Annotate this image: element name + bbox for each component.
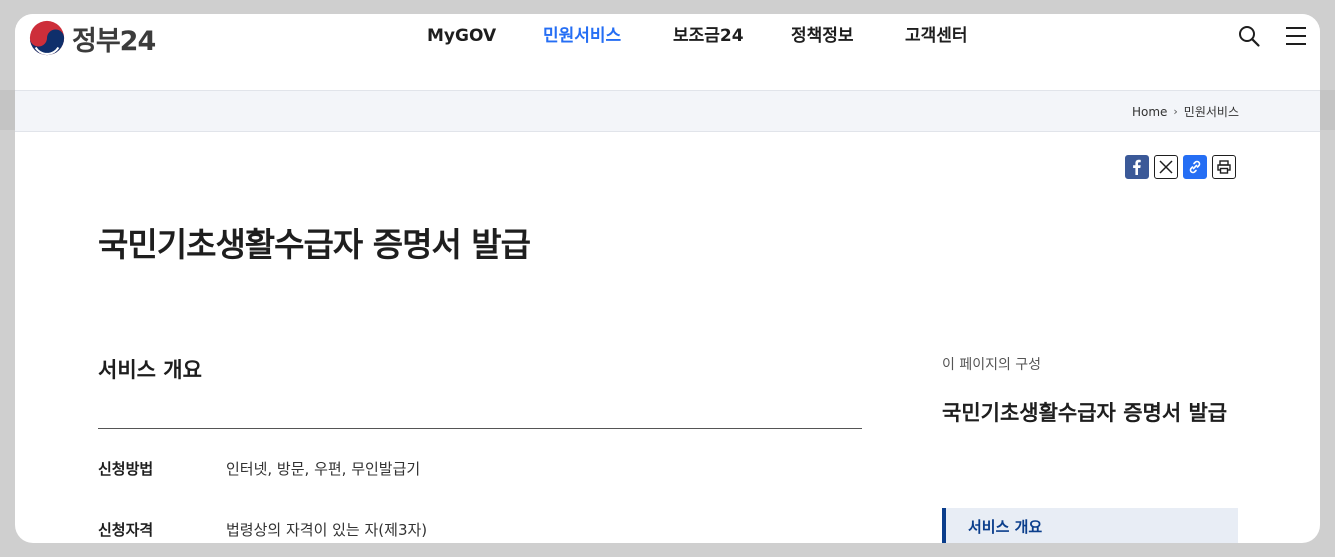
logo-text: 정부24 (72, 25, 156, 57)
breadcrumb-home[interactable]: Home (1132, 105, 1167, 119)
info-value: 법령상의 자격이 있는 자(제3자) (226, 521, 428, 539)
toc-title: 국민기초생활수급자 증명서 발급 (942, 401, 1228, 425)
page-title: 국민기초생활수급자 증명서 발급 (98, 225, 531, 264)
print-button[interactable] (1212, 155, 1236, 179)
copy-link-button[interactable] (1183, 155, 1207, 179)
info-row-eligibility: 신청자격 법령상의 자격이 있는 자(제3자) (98, 519, 427, 540)
x-share-button[interactable] (1154, 155, 1178, 179)
x-logo-icon (1159, 160, 1173, 174)
breadcrumb: Home › 민원서비스 (1132, 103, 1239, 120)
search-icon[interactable] (1237, 24, 1261, 48)
nav-mygov[interactable]: MyGOV (427, 22, 496, 50)
info-label: 신청자격 (98, 521, 154, 539)
taegeuk-logo-icon (29, 20, 65, 56)
toc-label: 이 페이지의 구성 (942, 357, 1042, 373)
breadcrumb-bar: Home › 민원서비스 (15, 90, 1320, 132)
nav-policy-info[interactable]: 정책정보 (791, 22, 855, 50)
section-title-overview: 서비스 개요 (98, 358, 202, 382)
breadcrumb-current[interactable]: 민원서비스 (1184, 103, 1239, 120)
facebook-share-button[interactable] (1125, 155, 1149, 179)
browser-content: 정부24 MyGOV 민원서비스 보조금24 정책정보 고객센터 Home › … (15, 14, 1320, 543)
nav-minwon-service[interactable]: 민원서비스 (543, 22, 623, 50)
nav-subsidy24[interactable]: 보조금24 (673, 22, 744, 50)
site-header: 정부24 MyGOV 민원서비스 보조금24 정책정보 고객센터 (15, 14, 1320, 90)
site-logo[interactable]: 정부24 (28, 18, 156, 58)
main-navigation: MyGOV 민원서비스 보조금24 정책정보 고객센터 (427, 22, 1019, 50)
link-icon (1189, 160, 1201, 174)
info-row-apply-method: 신청방법 인터넷, 방문, 우편, 무인발급기 (98, 458, 420, 479)
chevron-right-icon: › (1173, 105, 1178, 118)
printer-icon (1217, 160, 1231, 174)
facebook-icon (1133, 159, 1141, 175)
toc-item-overview[interactable]: 서비스 개요 (942, 508, 1238, 543)
nav-customer-center[interactable]: 고객센터 (905, 22, 969, 50)
info-label: 신청방법 (98, 460, 154, 478)
share-toolbar (1125, 155, 1241, 179)
info-value: 인터넷, 방문, 우편, 무인발급기 (226, 460, 421, 478)
hamburger-menu-icon[interactable] (1284, 24, 1308, 48)
section-divider (98, 428, 862, 429)
